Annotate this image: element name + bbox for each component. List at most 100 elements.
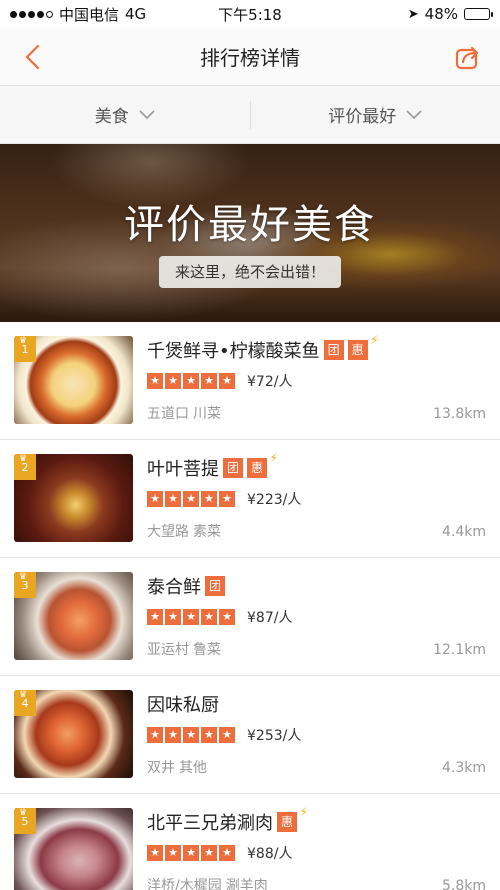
area-label: 双井: [147, 760, 175, 776]
distance-label: 4.4km: [441, 524, 486, 540]
rating-row: ★ ★ ★ ★ ★ ¥87/人: [147, 607, 488, 627]
star-icon: ★: [219, 727, 235, 743]
restaurant-photo: 1: [14, 336, 133, 424]
star-icon: ★: [165, 609, 181, 625]
meta-row: 大望路 素菜: [147, 521, 488, 541]
back-button[interactable]: [14, 39, 50, 75]
status-time: 下午5:18: [218, 5, 282, 24]
discount-tag: 惠: [277, 802, 308, 832]
restaurant-name: 因味私厨: [147, 695, 219, 716]
network-label: 4G: [125, 5, 147, 23]
star-icon: ★: [201, 609, 217, 625]
star-rating: ★ ★ ★ ★ ★: [147, 491, 235, 507]
price-per-person: ¥72/人: [247, 374, 293, 390]
restaurant-photo: 4: [14, 690, 133, 778]
banner-title: 评价最好美食: [124, 202, 376, 248]
cuisine-label: 鲁菜: [193, 642, 221, 658]
list-item[interactable]: 4 因味私厨 ★★★★★ ¥253/人 双井 其他 4.3km: [0, 676, 500, 794]
star-icon: ★: [147, 845, 163, 861]
star-icon: ★: [147, 491, 163, 507]
group-deal-tag: 团: [323, 340, 344, 360]
area-label: 亚运村: [147, 642, 189, 658]
rank-badge: 5: [14, 808, 36, 834]
status-left: 中国电信 4G: [10, 4, 170, 25]
star-icon: ★: [147, 373, 163, 389]
location-arrow-icon: ➤: [407, 6, 419, 22]
star-icon: ★: [183, 373, 199, 389]
star-rating: ★ ★ ★ ★ ★: [147, 845, 235, 861]
restaurant-name: 千煲鲜寻•柠檬酸菜鱼: [147, 341, 320, 362]
rank-badge: 4: [14, 690, 36, 716]
distance-label: 12.1km: [433, 642, 486, 658]
filter-sort[interactable]: 评价最好: [251, 102, 500, 127]
star-icon: ★: [165, 727, 181, 743]
banner: 评价最好美食 来这里，绝不会出错！: [0, 144, 500, 322]
price-per-person: ¥87/人: [247, 610, 293, 626]
name-row: 叶叶菩提 团 惠: [147, 448, 488, 482]
star-icon: ★: [201, 845, 217, 861]
restaurant-info: 千煲鲜寻•柠檬酸菜鱼 团 惠 ★★★★★ ¥72/人 五道口 川菜 13.8km: [147, 330, 488, 426]
chevron-down-icon: [139, 109, 155, 119]
page-title: 排行榜详情: [200, 46, 300, 70]
cuisine-label: 其他: [179, 760, 207, 776]
price-per-person: ¥88/人: [247, 846, 293, 862]
signal-strength-icon: [10, 10, 53, 18]
status-right: ➤ 48%: [330, 5, 493, 23]
group-deal-tag: 团: [205, 576, 225, 596]
restaurant-photo: 5: [14, 808, 133, 890]
star-icon: ★: [219, 373, 235, 389]
star-rating: ★ ★ ★ ★ ★: [147, 373, 235, 389]
rating-row: ★ ★ ★ ★ ★ ¥253/人: [147, 725, 488, 745]
filter-category-label: 美食: [94, 107, 129, 127]
restaurant-name: 北平三兄弟涮肉: [147, 813, 273, 834]
star-icon: ★: [183, 727, 199, 743]
restaurant-list: 1 千煲鲜寻•柠檬酸菜鱼 团 惠 ★★★★★ ¥72/人 五道口 川菜 13.8…: [0, 322, 500, 890]
distance-label: 13.8km: [433, 406, 486, 422]
restaurant-info: 因味私厨 ★ ★ ★ ★ ★ ¥253/人 双井 其他 4.3km: [147, 690, 488, 780]
list-item[interactable]: 5 北平三兄弟涮肉 惠 ★★★★★ ¥88/人 洋桥/木樨园 涮羊肉 5.8km: [0, 794, 500, 890]
filter-sort-label: 评价最好: [328, 107, 397, 127]
star-rating: ★ ★ ★ ★ ★: [147, 609, 235, 625]
name-row: 千煲鲜寻•柠檬酸菜鱼 团 惠: [147, 330, 488, 364]
restaurant-photo: 3: [14, 572, 133, 660]
chevron-left-icon: [25, 44, 40, 69]
name-row: 泰合鲜 团: [147, 572, 488, 600]
star-icon: ★: [219, 845, 235, 861]
restaurant-info: 北平三兄弟涮肉 惠 ★★★★★ ¥88/人 洋桥/木樨园 涮羊肉 5.8km: [147, 802, 488, 890]
list-item[interactable]: 2 叶叶菩提 团 惠 ★★★★★ ¥223/人 大望路 素菜 4.4km: [0, 440, 500, 558]
filter-category[interactable]: 美食: [0, 102, 250, 127]
star-icon: ★: [183, 609, 199, 625]
rating-row: ★ ★ ★ ★ ★ ¥72/人: [147, 371, 488, 391]
star-icon: ★: [219, 491, 235, 507]
share-button[interactable]: [450, 39, 486, 75]
nav-bar: 排行榜详情: [0, 28, 500, 86]
list-item[interactable]: 1 千煲鲜寻•柠檬酸菜鱼 团 惠 ★★★★★ ¥72/人 五道口 川菜 13.8…: [0, 322, 500, 440]
cuisine-label: 川菜: [193, 406, 221, 422]
star-icon: ★: [147, 609, 163, 625]
star-rating: ★ ★ ★ ★ ★: [147, 727, 235, 743]
star-icon: ★: [165, 845, 181, 861]
restaurant-name: 泰合鲜: [147, 577, 201, 598]
restaurant-info: 叶叶菩提 团 惠 ★★★★★ ¥223/人 大望路 素菜 4.4km: [147, 448, 488, 544]
meta-row: 双井 其他: [147, 757, 488, 777]
rank-badge: 1: [14, 336, 36, 362]
star-icon: ★: [219, 609, 235, 625]
rank-badge: 3: [14, 572, 36, 598]
discount-tag: 惠: [347, 330, 379, 360]
star-icon: ★: [201, 373, 217, 389]
group-deal-tag: 团: [223, 458, 243, 478]
star-icon: ★: [183, 845, 199, 861]
cuisine-label: 涮羊肉: [225, 878, 268, 890]
list-item[interactable]: 3 泰合鲜 团 ★★★★★ ¥87/人 亚运村 鲁菜 12.1km: [0, 558, 500, 676]
area-label: 大望路: [147, 524, 189, 540]
filter-bar: 美食 评价最好: [0, 86, 500, 144]
area-label: 洋桥/木樨园: [147, 878, 222, 890]
cuisine-label: 素菜: [193, 524, 221, 540]
star-icon: ★: [183, 491, 199, 507]
price-per-person: ¥253/人: [247, 728, 302, 744]
carrier-label: 中国电信: [59, 5, 120, 24]
rank-badge: 2: [14, 454, 36, 480]
name-row: 北平三兄弟涮肉 惠: [147, 802, 488, 836]
distance-label: 5.8km: [441, 878, 486, 890]
battery-percent: 48%: [424, 5, 458, 23]
